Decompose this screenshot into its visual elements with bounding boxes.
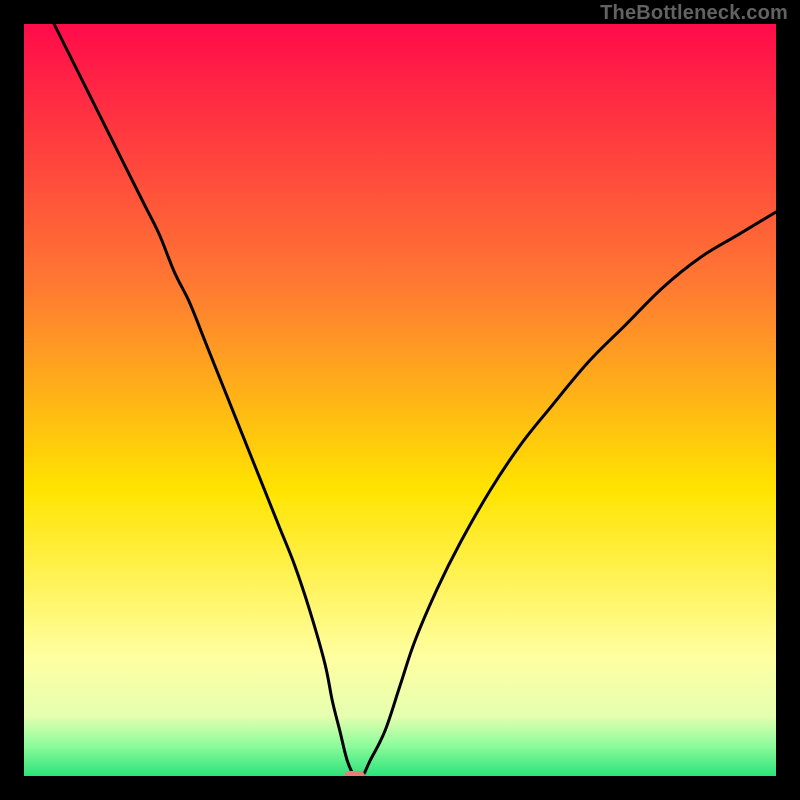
chart-frame: TheBottleneck.com (0, 0, 800, 800)
watermark-text: TheBottleneck.com (600, 2, 788, 25)
bottleneck-curve (24, 24, 776, 776)
plot-area (24, 24, 776, 776)
optimal-marker (344, 771, 365, 776)
